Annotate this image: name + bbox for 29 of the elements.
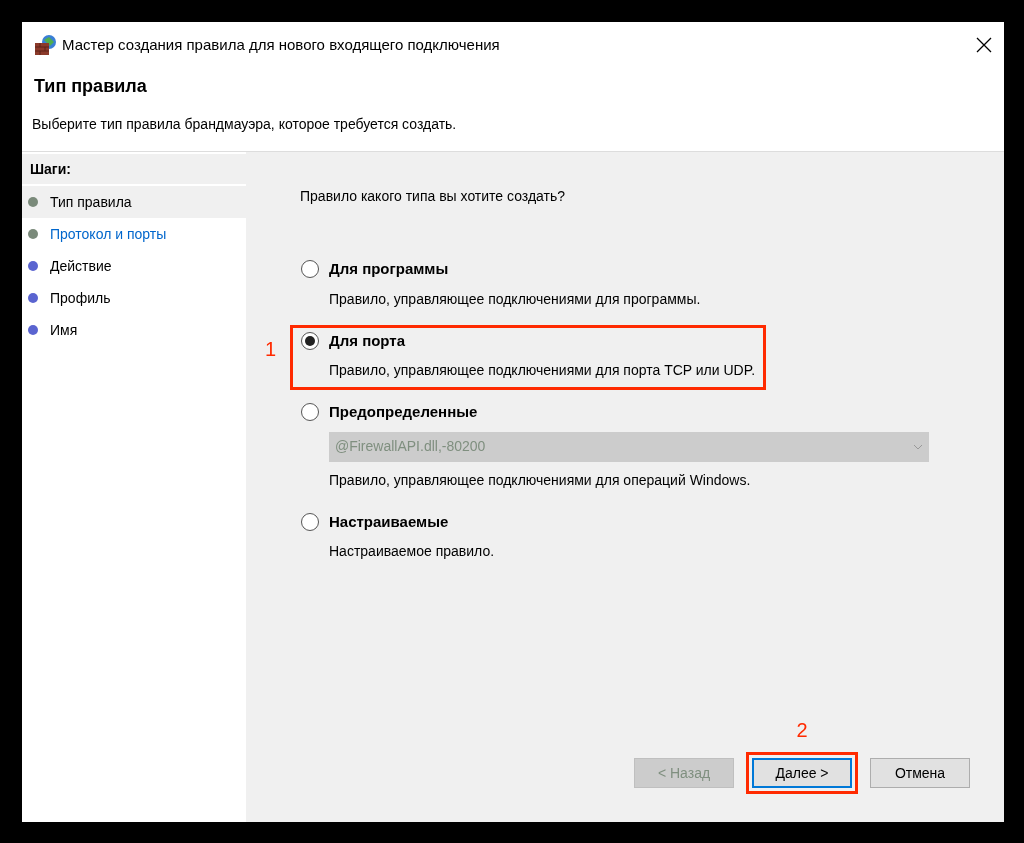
steps-header: Шаги:: [22, 154, 246, 184]
annotation-number: 1: [265, 336, 277, 362]
radio-option[interactable]: Для порта: [301, 329, 756, 352]
radio-option[interactable]: Предопределенные: [301, 401, 929, 424]
option-description: Правило, управляющее подключениями для программы.: [329, 289, 701, 309]
step-item[interactable]: Тип правила: [22, 186, 248, 218]
page-description: Выберите тип правила брандмауэра, которое требуется создать.: [32, 114, 458, 134]
question-text: Правило какого типа вы хотите создать?: [300, 187, 567, 206]
close-icon[interactable]: [976, 37, 992, 53]
step-item[interactable]: Профиль: [22, 282, 248, 314]
annotation-number: 2: [795, 718, 809, 743]
step-item[interactable]: Действие: [22, 250, 248, 282]
radio-button[interactable]: [301, 331, 319, 350]
window-title: Мастер создания правила для нового входящего подключения: [62, 34, 501, 55]
step-item[interactable]: Протокол и порты: [22, 218, 248, 250]
chevron-down-icon: [913, 443, 923, 450]
option-description: Правило, управляющее подключениями для порта TCP или UDP.: [329, 361, 756, 380]
radio-option[interactable]: Для программы: [301, 258, 701, 281]
wizard-button[interactable]: Отмена: [870, 758, 970, 788]
page-title: Тип правила: [34, 76, 148, 98]
option-description: Настраиваемое правило.: [329, 542, 495, 561]
wizard-button[interactable]: Далее >: [752, 758, 852, 788]
radio-button[interactable]: [301, 260, 319, 279]
step-item[interactable]: Имя: [22, 314, 248, 346]
radio-button[interactable]: [301, 512, 319, 531]
radio-option[interactable]: Настраиваемые: [301, 510, 495, 533]
radio-button[interactable]: [301, 403, 319, 422]
firewall-icon: [34, 34, 58, 56]
option-description: Правило, управляющее подключениями для операций Windows.: [329, 470, 752, 490]
